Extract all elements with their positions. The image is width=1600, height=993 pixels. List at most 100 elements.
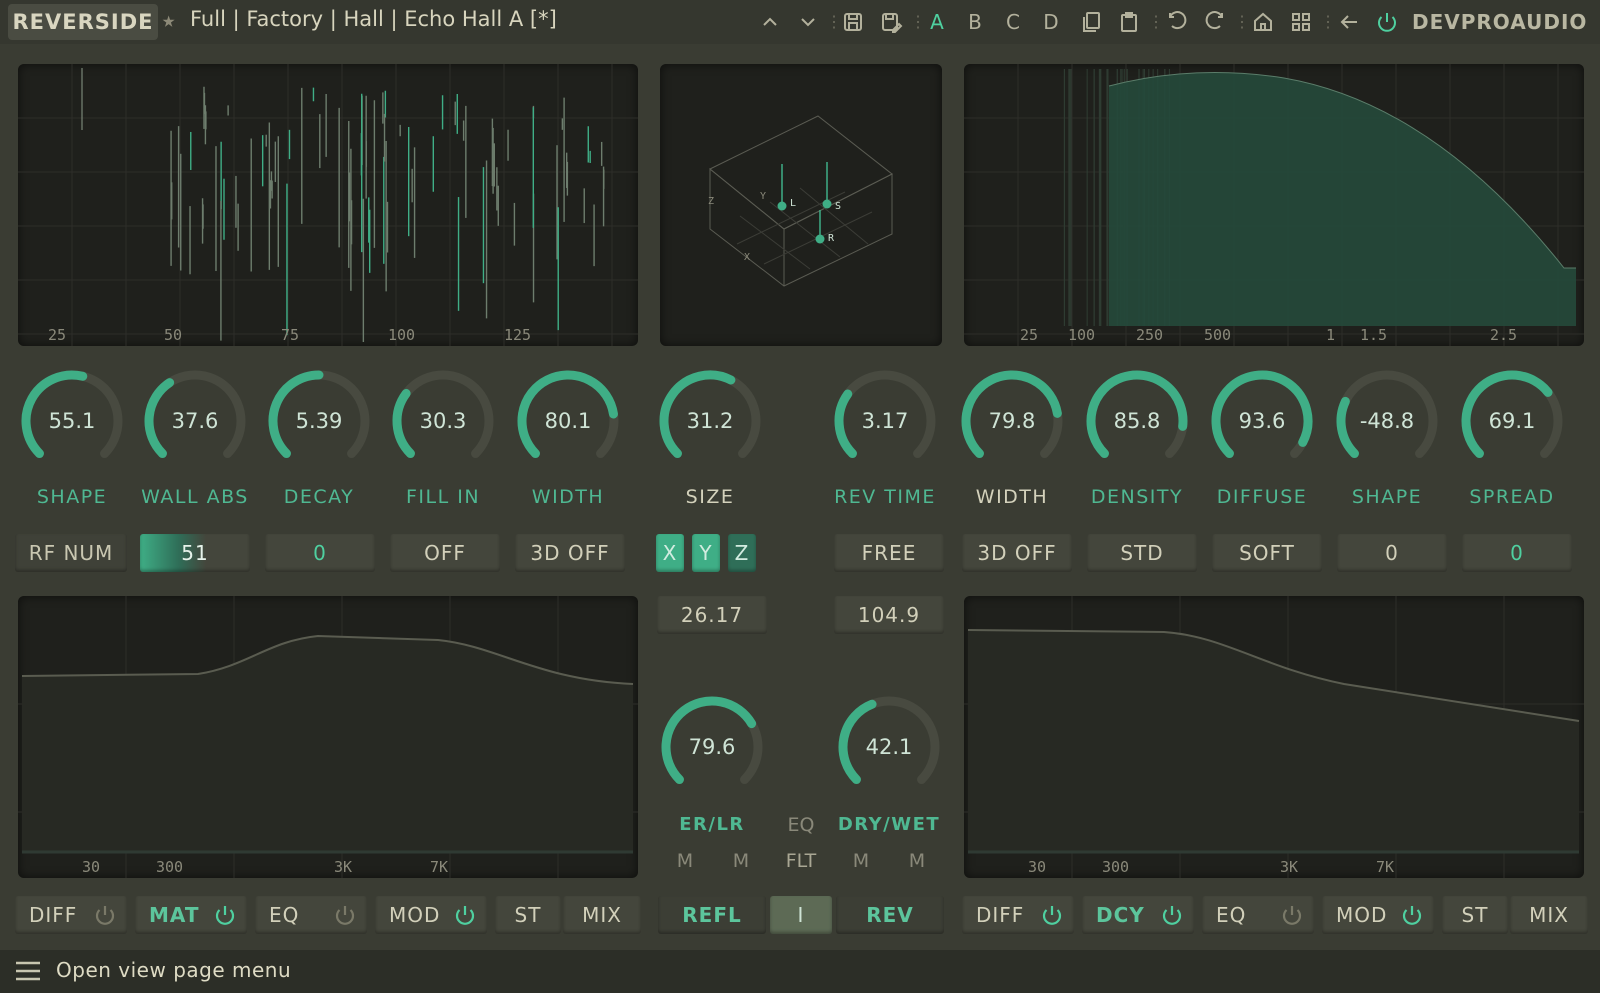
knob-width[interactable]: 80.1 [513, 366, 623, 476]
fill-in-toggle[interactable]: OFF [390, 534, 500, 572]
listener-point-r[interactable] [815, 234, 825, 244]
power-icon[interactable] [213, 903, 237, 931]
mute-button[interactable]: M [849, 850, 873, 872]
copy-icon[interactable] [1076, 6, 1106, 38]
x-axis-toggle[interactable]: X [656, 534, 684, 572]
refl-tab[interactable]: REFL [658, 896, 766, 934]
eq-axis-label: 30 [1028, 858, 1047, 876]
rev-eq-display[interactable]: 30 300 3K 7K [964, 596, 1584, 878]
redo-icon[interactable] [1200, 6, 1230, 38]
knob-value: 79.6 [688, 735, 736, 759]
rev-time-readout[interactable]: 104.9 [834, 596, 944, 634]
knob-label: SHAPE [1351, 486, 1423, 508]
knob-wall-abs[interactable]: 37.6 [140, 366, 250, 476]
er-axis-label: 125 [504, 326, 532, 344]
knob-label: REV TIME [834, 486, 936, 508]
knob-value: 85.8 [1113, 409, 1161, 433]
paste-icon[interactable] [1114, 6, 1144, 38]
knob-value: 37.6 [171, 409, 219, 433]
logo: REVERSIDE [8, 4, 158, 40]
eq-axis-label: 7K [1376, 858, 1395, 876]
rev-3d-toggle[interactable]: 3D OFF [962, 534, 1072, 572]
grid-icon[interactable] [1286, 6, 1316, 38]
power-icon[interactable] [93, 903, 117, 931]
undo-icon[interactable] [1162, 6, 1192, 38]
link-divider[interactable]: I [770, 896, 832, 934]
axis-y-label: Y [760, 191, 766, 202]
tab-st[interactable]: ST [495, 896, 561, 934]
axis-x-label: X [744, 252, 750, 263]
y-axis-toggle[interactable]: Y [692, 534, 720, 572]
preset-name[interactable]: Full | Factory | Hall | Echo Hall A [*] [190, 7, 557, 31]
mute-button[interactable]: M [729, 850, 753, 872]
source-point-s[interactable] [822, 199, 832, 209]
er-eq-display[interactable]: 30 300 3K 7K [18, 596, 638, 878]
knob-rev-time[interactable]: 3.17 [830, 366, 940, 476]
shape-offset[interactable]: 0 [1337, 534, 1447, 572]
knob-value: 3.17 [861, 409, 909, 433]
favorite-star-icon[interactable]: ★ [162, 8, 175, 33]
decay-axis-label: 500 [1204, 326, 1232, 344]
knob-fill-in[interactable]: 30.3 [388, 366, 498, 476]
shape-mode-slider[interactable]: 0 [265, 534, 375, 572]
knob-value: 5.39 [295, 409, 343, 433]
knob-spread[interactable]: 69.1 [1457, 366, 1567, 476]
power-icon[interactable] [1040, 903, 1064, 931]
decay-axis-label: 100 [1068, 326, 1096, 344]
knob-label: DENSITY [1090, 486, 1184, 508]
slot-d-button[interactable]: D [1038, 6, 1064, 38]
open-view-page-menu[interactable]: Open view page menu [56, 958, 291, 982]
decay-axis-label: 2.5 [1490, 326, 1518, 344]
knob-shape[interactable]: -48.8 [1332, 366, 1442, 476]
slot-b-button[interactable]: B [962, 6, 988, 38]
density-mode[interactable]: STD [1087, 534, 1197, 572]
rf-num-value[interactable]: 51 [140, 534, 250, 572]
room-3d-view[interactable]: Z Y X L S R [660, 64, 942, 346]
mute-button[interactable]: M [673, 850, 697, 872]
knob-density[interactable]: 85.8 [1082, 366, 1192, 476]
power-icon[interactable] [1160, 903, 1184, 931]
z-axis-toggle[interactable]: Z [728, 534, 756, 572]
slot-c-button[interactable]: C [1000, 6, 1026, 38]
power-icon[interactable] [333, 903, 357, 931]
knob-label: WALL ABS [141, 486, 249, 508]
tab-mix[interactable]: MIX [563, 896, 641, 934]
listener-point-l[interactable] [777, 201, 787, 211]
room-cube [709, 115, 893, 287]
tab-st[interactable]: ST [1442, 896, 1508, 934]
early-reflections-display: 25 50 75 100 125 [18, 64, 638, 346]
home-icon[interactable] [1248, 6, 1278, 38]
power-icon[interactable] [1280, 903, 1304, 931]
size-readout[interactable]: 26.17 [657, 596, 767, 634]
rev-time-mode[interactable]: FREE [834, 534, 944, 572]
chevron-up-icon[interactable] [756, 6, 784, 38]
power-icon[interactable] [1400, 903, 1424, 931]
knob-label: DIFFUSE [1216, 486, 1308, 508]
back-arrow-icon[interactable] [1334, 6, 1364, 38]
mute-button[interactable]: M [905, 850, 929, 872]
knob-er-lr[interactable]: 79.6 [657, 692, 767, 802]
er-axis-label: 25 [48, 326, 67, 344]
eq-axis-label: 3K [1280, 858, 1299, 876]
dry-wet-label: DRY/WET [837, 814, 941, 835]
spread-offset[interactable]: 0 [1462, 534, 1572, 572]
power-icon[interactable] [1372, 6, 1402, 38]
knob-decay[interactable]: 5.39 [264, 366, 374, 476]
hamburger-menu-icon[interactable] [14, 959, 42, 983]
slot-a-button[interactable]: A [924, 6, 950, 38]
diffuse-mode[interactable]: SOFT [1212, 534, 1322, 572]
tab-mix[interactable]: MIX [1510, 896, 1588, 934]
power-icon[interactable] [453, 903, 477, 931]
knob-size[interactable]: 31.2 [655, 366, 765, 476]
save-as-icon[interactable] [876, 6, 906, 38]
chevron-down-icon[interactable] [794, 6, 822, 38]
knob-dry-wet[interactable]: 42.1 [834, 692, 944, 802]
er-3d-toggle[interactable]: 3D OFF [515, 534, 625, 572]
eq-axis-label: 3K [334, 858, 353, 876]
knob-shape[interactable]: 55.1 [17, 366, 127, 476]
eq-axis-label: 300 [156, 858, 184, 876]
knob-width[interactable]: 79.8 [957, 366, 1067, 476]
rev-tab[interactable]: REV [836, 896, 944, 934]
knob-diffuse[interactable]: 93.6 [1207, 366, 1317, 476]
save-icon[interactable] [838, 6, 868, 38]
